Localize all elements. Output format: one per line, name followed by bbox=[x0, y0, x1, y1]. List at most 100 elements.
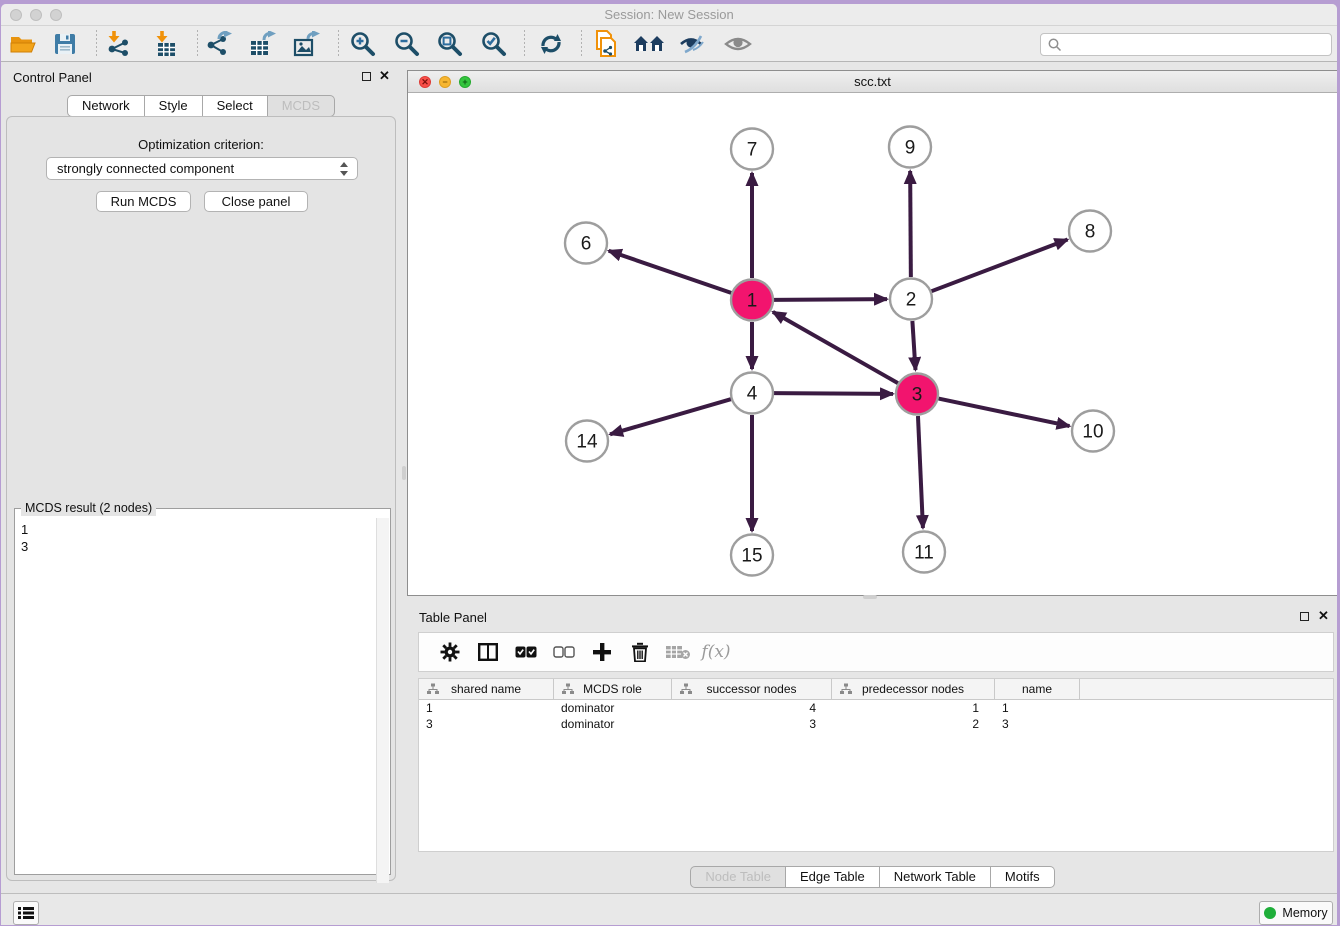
result-scrollbar[interactable] bbox=[376, 518, 389, 883]
search-input[interactable] bbox=[1066, 35, 1331, 54]
close-panel-button[interactable]: Close panel bbox=[204, 191, 308, 212]
copy-network-button[interactable] bbox=[588, 29, 624, 59]
float-panel-icon[interactable] bbox=[362, 72, 371, 81]
task-history-button[interactable] bbox=[13, 901, 39, 925]
export-table-button[interactable] bbox=[245, 29, 281, 59]
column-header-shared-name[interactable]: shared name bbox=[419, 679, 554, 699]
node-table-body: 1dominator4113dominator323 bbox=[419, 700, 1333, 732]
graph-node-9[interactable]: 9 bbox=[889, 127, 931, 168]
tab-select[interactable]: Select bbox=[203, 95, 268, 117]
mcds-result-box[interactable]: 13 bbox=[14, 508, 391, 875]
eye-slash-icon bbox=[679, 32, 707, 56]
mcds-result-title: MCDS result (2 nodes) bbox=[21, 500, 156, 516]
zoom-out-button[interactable] bbox=[389, 29, 425, 59]
network-window: ✕ − + scc.txt 7968124314101511 bbox=[407, 70, 1337, 596]
export-image-button[interactable] bbox=[289, 29, 325, 59]
hierarchy-icon bbox=[562, 683, 574, 695]
main-area: Control Panel ✕ Network Style Select MCD… bbox=[1, 62, 1337, 893]
graph-node-15[interactable]: 15 bbox=[731, 535, 773, 576]
open-session-button[interactable] bbox=[5, 29, 41, 59]
delete-table-icon bbox=[665, 644, 691, 660]
graph-node-4[interactable]: 4 bbox=[731, 373, 773, 414]
graph-node-1[interactable]: 1 bbox=[731, 280, 773, 321]
add-column-button[interactable] bbox=[583, 637, 621, 667]
tab-style[interactable]: Style bbox=[145, 95, 203, 117]
column-header-predecessor-nodes[interactable]: predecessor nodes bbox=[832, 679, 995, 699]
zoom-fit-button[interactable] bbox=[432, 29, 468, 59]
split-panel-button[interactable] bbox=[469, 637, 507, 667]
graph-node-8[interactable]: 8 bbox=[1069, 211, 1111, 252]
graph-edge-1-6[interactable] bbox=[609, 251, 731, 293]
graph-edge-1-2[interactable] bbox=[774, 299, 887, 300]
run-mcds-button[interactable]: Run MCDS bbox=[96, 191, 191, 212]
graph-node-label: 2 bbox=[906, 290, 917, 311]
refresh-button[interactable] bbox=[533, 29, 569, 59]
dropdown-value: strongly connected component bbox=[57, 161, 234, 176]
column-label: successor nodes bbox=[706, 682, 796, 696]
network-window-title: scc.txt bbox=[408, 71, 1337, 93]
graph-node-6[interactable]: 6 bbox=[565, 223, 607, 264]
show-eye-button[interactable] bbox=[720, 29, 756, 59]
column-header-mcds-role[interactable]: MCDS role bbox=[554, 679, 672, 699]
column-header-name[interactable]: name bbox=[995, 679, 1080, 699]
search-box[interactable] bbox=[1040, 33, 1332, 56]
close-table-panel-icon[interactable]: ✕ bbox=[1318, 608, 1329, 624]
import-network-button[interactable] bbox=[100, 29, 136, 59]
tab-node-table[interactable]: Node Table bbox=[690, 866, 786, 888]
graph-node-3[interactable]: 3 bbox=[896, 374, 938, 415]
export-network-button[interactable] bbox=[201, 29, 237, 59]
home-button[interactable] bbox=[631, 29, 667, 59]
graph-edge-2-3[interactable] bbox=[912, 321, 915, 370]
toolbar-separator bbox=[197, 30, 198, 58]
graph-edge-4-3[interactable] bbox=[774, 393, 893, 394]
graph-node-11[interactable]: 11 bbox=[903, 532, 945, 573]
table-settings-button[interactable] bbox=[431, 637, 469, 667]
graph-node-14[interactable]: 14 bbox=[566, 421, 608, 462]
import-network-icon bbox=[105, 31, 131, 57]
zoom-selected-button[interactable] bbox=[476, 29, 512, 59]
application-window: Session: New Session bbox=[1, 4, 1337, 925]
graph-node-2[interactable]: 2 bbox=[890, 279, 932, 320]
graph-edge-4-14[interactable] bbox=[610, 399, 731, 434]
horizontal-splitter-grip[interactable] bbox=[863, 595, 877, 599]
delete-table-button[interactable] bbox=[659, 637, 697, 667]
float-table-panel-icon[interactable] bbox=[1300, 612, 1309, 621]
graph-edge-3-1[interactable] bbox=[773, 312, 898, 383]
import-table-button[interactable] bbox=[148, 29, 184, 59]
graph-node-7[interactable]: 7 bbox=[731, 129, 773, 170]
graph-edge-2-9[interactable] bbox=[910, 171, 911, 277]
main-toolbar bbox=[1, 26, 1337, 62]
tab-motifs[interactable]: Motifs bbox=[991, 866, 1055, 888]
refresh-icon bbox=[538, 32, 564, 56]
graph-edge-2-8[interactable] bbox=[932, 240, 1068, 292]
memory-button[interactable]: Memory bbox=[1259, 901, 1333, 925]
select-all-button[interactable] bbox=[507, 637, 545, 667]
tab-edge-table[interactable]: Edge Table bbox=[786, 866, 880, 888]
zoom-in-button[interactable] bbox=[345, 29, 381, 59]
hierarchy-icon bbox=[427, 683, 439, 695]
function-builder-button[interactable]: f(x) bbox=[697, 637, 735, 667]
tab-network[interactable]: Network bbox=[67, 95, 145, 117]
splitter-grip[interactable] bbox=[402, 466, 406, 480]
tab-network-table[interactable]: Network Table bbox=[880, 866, 991, 888]
close-panel-icon[interactable]: ✕ bbox=[379, 68, 390, 84]
hide-graphics-details-button[interactable] bbox=[675, 29, 711, 59]
tab-mcds[interactable]: MCDS bbox=[268, 95, 335, 117]
deselect-all-button[interactable] bbox=[545, 637, 583, 667]
column-header-successor-nodes[interactable]: successor nodes bbox=[672, 679, 832, 699]
mcds-result-group: 13 MCDS result (2 nodes) bbox=[14, 500, 391, 875]
table-row[interactable]: 3dominator323 bbox=[419, 716, 1333, 732]
network-canvas[interactable]: 7 9 6 8 1 2 4 3 14 10 15 11 bbox=[408, 93, 1337, 595]
trash-icon bbox=[631, 642, 649, 662]
search-icon bbox=[1048, 38, 1062, 52]
table-row[interactable]: 1dominator411 bbox=[419, 700, 1333, 716]
delete-column-button[interactable] bbox=[621, 637, 659, 667]
column-label: MCDS role bbox=[583, 682, 642, 696]
optimization-criterion-select[interactable]: strongly connected component bbox=[46, 157, 358, 180]
graph-edge-3-10[interactable] bbox=[939, 399, 1070, 427]
save-session-button[interactable] bbox=[47, 29, 83, 59]
graph-node-10[interactable]: 10 bbox=[1072, 411, 1114, 452]
graph-node-label: 8 bbox=[1085, 222, 1096, 243]
graph-edge-3-11[interactable] bbox=[918, 416, 923, 528]
column-label: shared name bbox=[451, 682, 521, 696]
